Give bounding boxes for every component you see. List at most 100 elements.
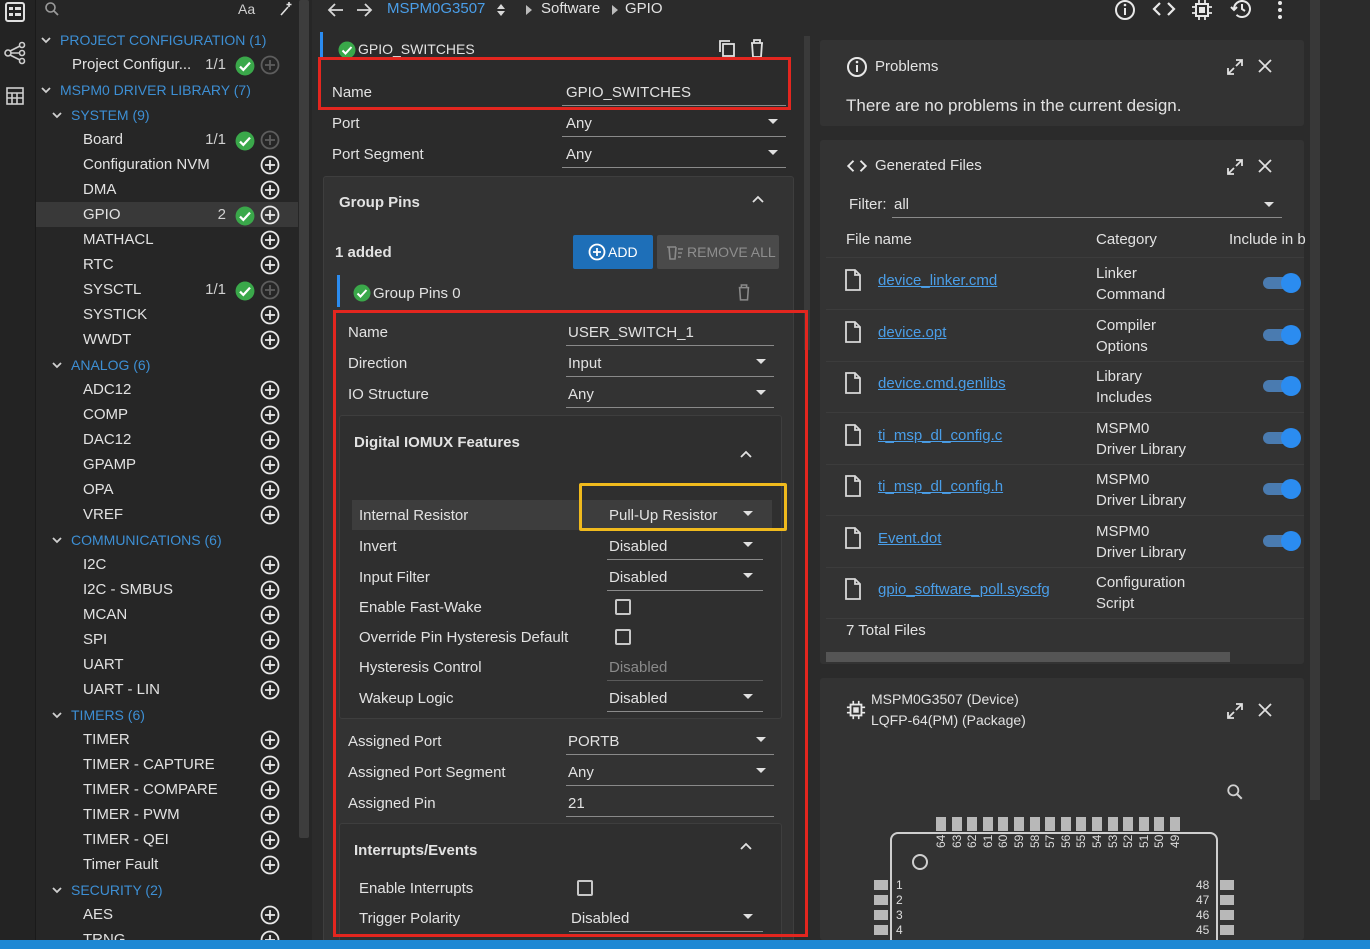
close-icon[interactable] [1258, 59, 1272, 73]
file-link[interactable]: ti_msp_dl_config.h [878, 478, 1003, 495]
top-pin[interactable] [1029, 817, 1040, 831]
match-case-toggle[interactable]: Aa [238, 1, 255, 17]
chevron-down-icon[interactable] [51, 708, 63, 720]
add-circle-icon[interactable] [260, 480, 280, 504]
file-link[interactable]: gpio_software_poll.syscfg [878, 581, 1050, 598]
port-select[interactable]: Port Any [332, 109, 786, 137]
tree-scrollbar[interactable] [298, 0, 312, 940]
tree-category[interactable]: PROJECT CONFIGURATION (1) [36, 27, 298, 52]
add-circle-icon[interactable] [260, 430, 280, 454]
right-pin[interactable] [1220, 895, 1234, 905]
add-circle-icon[interactable] [260, 180, 280, 204]
tree-item[interactable]: Timer Fault [36, 852, 298, 877]
tree-item[interactable]: DAC12 [36, 427, 298, 452]
breadcrumb-software[interactable]: Software [541, 0, 600, 17]
tree-item[interactable]: UART - LIN [36, 677, 298, 702]
chip-package-outline[interactable] [890, 832, 1218, 940]
expand-icon[interactable] [1226, 58, 1244, 76]
top-pin[interactable] [1045, 817, 1056, 831]
tree-item[interactable]: GPAMP [36, 452, 298, 477]
top-pin[interactable] [1107, 817, 1118, 831]
tree-category[interactable]: COMMUNICATIONS (6) [36, 527, 298, 552]
add-circle-icon[interactable] [260, 605, 280, 629]
add-circle-icon[interactable] [260, 830, 280, 854]
info-icon[interactable] [1114, 0, 1136, 21]
history-icon[interactable] [1229, 0, 1253, 20]
chevron-down-icon[interactable] [51, 108, 63, 120]
include-toggle[interactable] [1263, 324, 1301, 345]
top-pin[interactable] [1154, 817, 1165, 831]
code-icon[interactable] [1152, 1, 1176, 17]
tree-item[interactable]: SYSTICK [36, 302, 298, 327]
col-category[interactable]: Category [1096, 231, 1157, 248]
add-button[interactable]: ADD [573, 235, 653, 269]
close-icon[interactable] [1258, 159, 1272, 173]
include-toggle[interactable] [1263, 273, 1301, 293]
expand-icon[interactable] [1226, 158, 1244, 176]
add-circle-icon[interactable] [260, 580, 280, 604]
include-toggle[interactable] [1263, 479, 1301, 499]
remove-all-button[interactable]: REMOVE ALL [657, 235, 779, 269]
tree-item[interactable]: GPIO 2 [36, 202, 298, 227]
top-pin[interactable] [1170, 817, 1180, 831]
file-link[interactable]: Event.dot [878, 530, 941, 547]
forward-arrow-icon[interactable] [355, 1, 373, 19]
top-pin[interactable] [951, 817, 962, 831]
tree-item[interactable]: TIMER - QEI [36, 827, 298, 852]
tree-item[interactable]: Board 1/1 [36, 127, 298, 152]
add-circle-icon[interactable] [260, 255, 280, 279]
file-link[interactable]: ti_msp_dl_config.c [878, 427, 1002, 444]
tree-item[interactable]: ADC12 [36, 377, 298, 402]
add-circle-icon[interactable] [260, 805, 280, 829]
tree-item[interactable]: OPA [36, 477, 298, 502]
tree-category[interactable]: SECURITY (2) [36, 877, 298, 902]
tree-item[interactable]: Configuration NVM [36, 152, 298, 177]
tree-item[interactable]: I2C - SMBUS [36, 577, 298, 602]
tree-category[interactable]: MSPM0 DRIVER LIBRARY (7) [36, 77, 298, 102]
add-circle-icon[interactable] [260, 505, 280, 529]
tree-item[interactable]: TIMER [36, 727, 298, 752]
collapse-chevron-icon[interactable] [752, 195, 764, 203]
add-circle-icon[interactable] [260, 330, 280, 354]
add-circle-icon[interactable] [260, 230, 280, 254]
top-pin[interactable] [1076, 817, 1087, 831]
chevron-down-icon[interactable] [51, 883, 63, 895]
expand-icon[interactable] [1226, 702, 1244, 720]
chevron-down-icon[interactable] [40, 83, 52, 95]
port-segment-select[interactable]: Port Segment Any [332, 140, 786, 168]
device-selector[interactable]: MSPM0G3507 [387, 0, 485, 17]
tree-item[interactable]: SYSCTL 1/1 [36, 277, 298, 302]
back-arrow-icon[interactable] [327, 1, 345, 19]
right-pin[interactable] [1220, 880, 1234, 890]
add-circle-icon[interactable] [260, 555, 280, 579]
delete-icon[interactable] [737, 283, 751, 301]
right-pin[interactable] [1220, 910, 1234, 920]
more-vertical-icon[interactable] [1276, 0, 1284, 20]
top-pin[interactable] [1123, 817, 1134, 831]
top-pin[interactable] [1014, 817, 1024, 831]
tree-item[interactable]: TIMER - PWM [36, 802, 298, 827]
add-circle-icon[interactable] [260, 855, 280, 879]
top-pin[interactable] [1060, 817, 1071, 831]
add-circle-icon[interactable] [260, 380, 280, 404]
add-circle-icon[interactable] [260, 205, 280, 229]
chevron-down-icon[interactable] [40, 33, 52, 45]
file-link[interactable]: device.cmd.genlibs [878, 375, 1006, 392]
left-pin[interactable] [874, 895, 888, 905]
tree-item[interactable]: VREF [36, 502, 298, 527]
tree-item[interactable]: SPI [36, 627, 298, 652]
add-circle-icon[interactable] [260, 630, 280, 654]
updown-icon[interactable] [496, 3, 506, 17]
tree-item[interactable]: UART [36, 652, 298, 677]
tree-item[interactable]: I2C [36, 552, 298, 577]
tree-item[interactable]: MATHACL [36, 227, 298, 252]
left-pin[interactable] [874, 910, 888, 920]
add-circle-icon[interactable] [260, 155, 280, 179]
add-circle-icon[interactable] [260, 405, 280, 429]
add-circle-icon[interactable] [260, 730, 280, 754]
add-circle-icon[interactable] [260, 305, 280, 329]
top-pin[interactable] [1138, 817, 1149, 831]
chevron-down-icon[interactable] [51, 533, 63, 545]
top-pin[interactable] [982, 817, 993, 831]
add-circle-icon[interactable] [260, 780, 280, 804]
